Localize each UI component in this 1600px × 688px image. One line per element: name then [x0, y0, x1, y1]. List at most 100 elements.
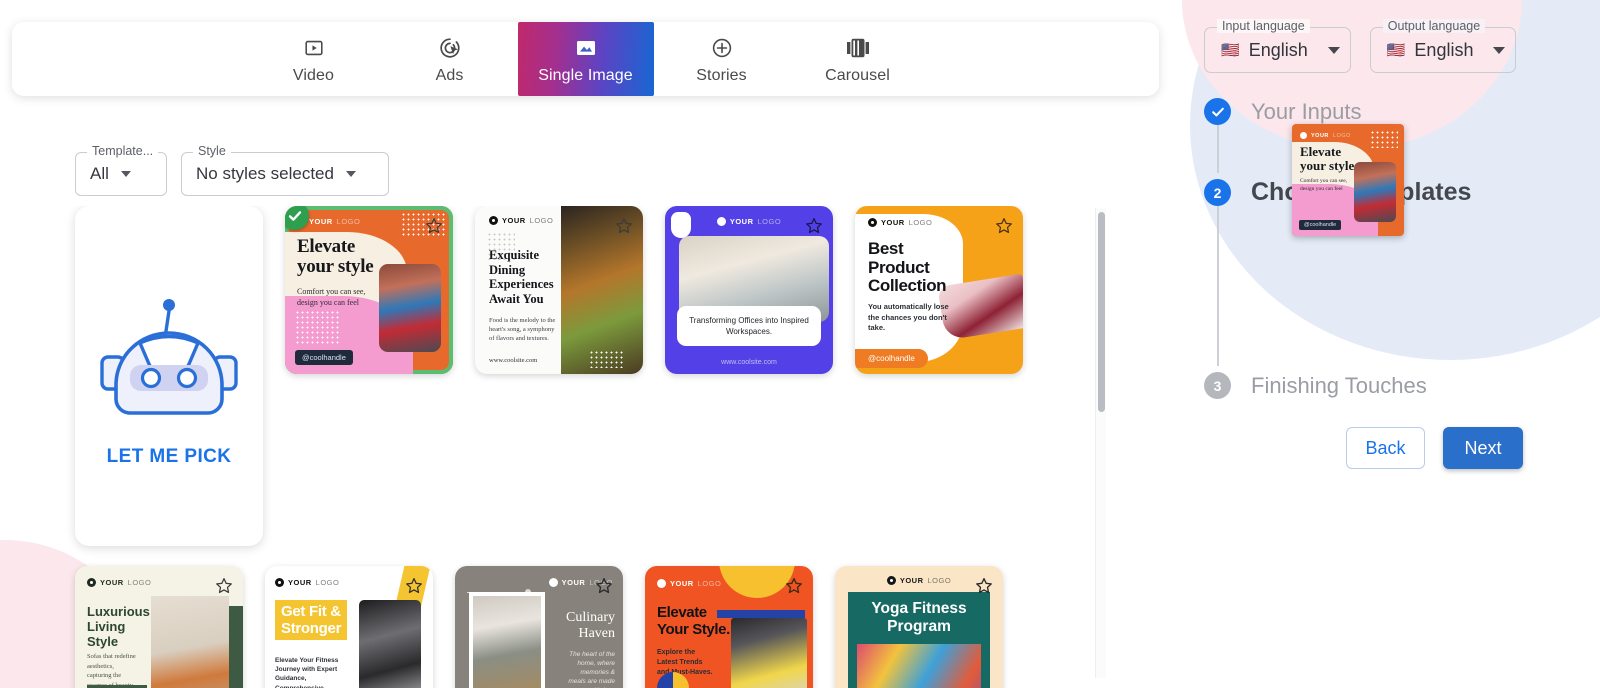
step-your-inputs[interactable]: Your Inputs	[1204, 98, 1584, 125]
favorite-star-icon[interactable]	[783, 575, 805, 597]
card-subtext: Food is the melody to the heart's song, …	[489, 317, 556, 342]
card-logo-light-text: LOGO	[336, 217, 361, 226]
template-grid-scroll-area[interactable]: LET ME PICK YOUR LOGO Elevate your style…	[0, 206, 1110, 688]
preview-handle: @coolhandle	[1299, 220, 1342, 230]
template-card-luxurious-living[interactable]: YOUR LOGO Luxurious Living Style Sofas t…	[75, 566, 243, 688]
card-headline: Transforming Offices into Inspired Works…	[677, 306, 821, 346]
card-headline: Culinary Haven	[566, 610, 615, 641]
logo-mark-icon	[275, 578, 284, 587]
template-card-get-fit[interactable]: YOUR LOGO Get Fit & Stronger Elevate You…	[265, 566, 433, 688]
card-logo-text: YOUR	[309, 217, 333, 226]
card-handle: @coolhandle	[855, 349, 928, 368]
let-me-pick-card[interactable]: LET ME PICK	[75, 206, 263, 546]
filter-row: Template... All Style No styles selected	[75, 144, 389, 196]
template-card-offices[interactable]: YOUR LOGO Transforming Offices into Insp…	[665, 206, 833, 374]
card-headline: Luxurious Living Style	[87, 604, 150, 649]
next-button[interactable]: Next	[1443, 427, 1523, 469]
stories-plus-icon	[710, 34, 734, 62]
step-check-icon	[1204, 98, 1231, 125]
card-headline-box: Get Fit & Stronger	[275, 600, 348, 640]
output-language-select[interactable]: Output language 🇺🇸 English	[1369, 19, 1517, 73]
card-logo-text: YOUR	[670, 579, 694, 588]
stepper-connector	[1217, 200, 1219, 366]
card-logo: YOUR LOGO	[87, 578, 151, 587]
template-filter-legend: Template...	[87, 144, 159, 158]
app-root: Video Ads Single Image Stories Carousel	[0, 0, 1600, 688]
favorite-star-icon[interactable]	[973, 575, 995, 597]
card-logo-text: YOUR	[288, 578, 312, 587]
card-logo: YOUR LOGO	[489, 216, 553, 225]
chevron-down-icon	[1327, 46, 1340, 54]
style-filter-legend: Style	[193, 144, 231, 158]
selected-check-icon	[285, 206, 309, 230]
card-shape-blue-bar	[717, 610, 805, 618]
tab-ads-label: Ads	[435, 66, 464, 84]
logo-mark-icon	[489, 216, 498, 225]
favorite-star-icon[interactable]	[613, 215, 635, 237]
favorite-star-icon[interactable]	[423, 215, 445, 237]
favorite-star-icon[interactable]	[593, 575, 615, 597]
template-card-elevate-orange[interactable]: YOUR LOGO Elevate your style Comfort you…	[285, 206, 453, 374]
step-finishing-touches[interactable]: 3 Finishing Touches	[1204, 372, 1584, 399]
card-logo-text: YOUR	[881, 218, 905, 227]
favorite-star-icon[interactable]	[403, 575, 425, 597]
decorative-dot-grid	[589, 350, 623, 368]
card-logo-light-text: LOGO	[127, 578, 152, 587]
card-headline: Best Product Collection	[868, 239, 947, 295]
template-card-yoga-fitness[interactable]: YOUR LOGO Yoga Fitness Program	[835, 566, 1003, 688]
card-logo-text: YOUR	[729, 217, 754, 226]
output-language-value: English	[1414, 39, 1474, 60]
card-url: www.coolsite.com	[721, 359, 777, 366]
decorative-dot-grid	[1370, 130, 1398, 148]
robot-icon	[94, 285, 244, 434]
card-logo-light-text: LOGO	[529, 216, 554, 225]
card-photo	[731, 618, 807, 688]
style-filter-select[interactable]: Style No styles selected	[181, 144, 389, 196]
tab-ads[interactable]: Ads	[382, 22, 518, 96]
carousel-icon	[845, 34, 871, 62]
card-headline: Exquisite Dining Experiences Await You	[489, 248, 554, 306]
card-headline: Get Fit & Stronger	[281, 603, 342, 637]
template-card-best-product[interactable]: YOUR LOGO Best Product Collection You au…	[855, 206, 1023, 374]
template-filter-select[interactable]: Template... All	[75, 144, 167, 196]
preview-logo-text: YOUR	[1311, 132, 1329, 139]
card-logo-text: YOUR	[502, 216, 526, 225]
template-card-dining[interactable]: YOUR LOGO Exquisite Dining Experiences A…	[475, 206, 643, 374]
back-button[interactable]: Back	[1346, 427, 1425, 469]
preview-logo-light-text: LOGO	[1332, 132, 1351, 139]
scrollbar-thumb[interactable]	[1098, 212, 1105, 412]
tab-video[interactable]: Video	[246, 22, 382, 96]
decorative-dot-grid	[295, 310, 341, 346]
tab-carousel-label: Carousel	[825, 66, 890, 84]
tab-stories-label: Stories	[696, 66, 747, 84]
card-photo	[469, 592, 545, 688]
card-logo-light-text: LOGO	[315, 578, 340, 587]
card-handle: @coolhandle	[295, 350, 353, 365]
card-photo	[379, 264, 441, 352]
logo-mark-icon	[716, 217, 726, 226]
let-me-pick-label: LET ME PICK	[106, 445, 232, 467]
favorite-star-icon[interactable]	[213, 575, 235, 597]
selected-template-preview[interactable]: YOUR LOGO Elevate your style Comfort you…	[1292, 124, 1404, 236]
card-logo-light-text: LOGO	[757, 217, 782, 226]
format-tab-bar: Video Ads Single Image Stories Carousel	[12, 22, 1159, 96]
tab-stories[interactable]: Stories	[654, 22, 790, 96]
card-photo	[857, 644, 981, 688]
template-filter-value: All	[90, 164, 109, 183]
stepper-connector	[1217, 119, 1219, 173]
favorite-star-icon[interactable]	[993, 215, 1015, 237]
chevron-down-icon	[345, 171, 356, 177]
card-logo-text: YOUR	[100, 578, 124, 587]
language-selectors: Input language 🇺🇸 English Output languag…	[1204, 19, 1517, 73]
preview-logo: YOUR LOGO	[1300, 132, 1351, 139]
template-grid-scrollbar[interactable]	[1095, 208, 1106, 678]
template-card-elevate-your-style[interactable]: YOUR LOGO Elevate Your Style. Explore th…	[645, 566, 813, 688]
template-card-culinary-haven[interactable]: YOUR LOGO Culinary Haven The heart of th…	[455, 566, 623, 688]
favorite-star-icon[interactable]	[803, 215, 825, 237]
card-subtext: Sofas that redefine aesthetics, capturin…	[87, 653, 136, 688]
tab-single-image[interactable]: Single Image	[517, 22, 654, 96]
chevron-down-icon	[120, 171, 131, 177]
input-language-select[interactable]: Input language 🇺🇸 English	[1204, 19, 1351, 73]
tab-carousel[interactable]: Carousel	[790, 22, 926, 96]
card-subtext: You automatically lose the chances you d…	[868, 302, 949, 332]
